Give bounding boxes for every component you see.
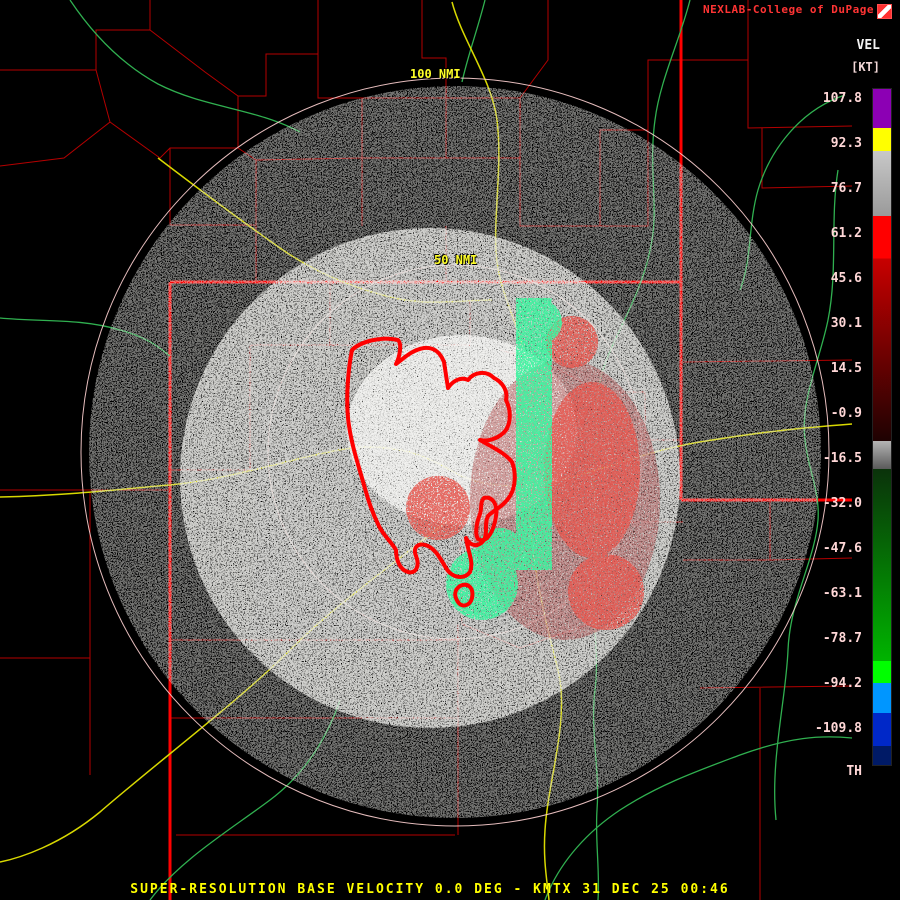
scale-value: 92.3 [830, 136, 862, 151]
product-caption: SUPER-RESOLUTION BASE VELOCITY 0.0 DEG -… [130, 882, 730, 897]
velocity-colorbar [872, 88, 892, 766]
radar-map-canvas [0, 0, 900, 900]
ring-label-50nmi: 50 NMI [434, 253, 478, 267]
scale-value: 45.6 [830, 271, 862, 286]
scale-value: -47.6 [822, 541, 862, 556]
scale-value: 107.8 [822, 91, 862, 106]
scale-value: 30.1 [830, 316, 862, 331]
scale-value: -16.5 [822, 451, 862, 466]
scale-value: -63.1 [822, 586, 862, 601]
scale-value: -109.8 [815, 721, 862, 736]
scale-value: -78.7 [822, 631, 862, 646]
ring-label-100nmi: 100 NMI [410, 67, 461, 81]
scale-value: 76.7 [830, 181, 862, 196]
cod-logo-icon [877, 4, 892, 19]
site-title: NEXLAB-College of DuPage [703, 3, 874, 16]
scale-threshold-label: TH [846, 764, 862, 779]
scale-value: 61.2 [830, 226, 862, 241]
scale-value: -32.0 [822, 496, 862, 511]
radar-display: NEXLAB-College of DuPage VEL [KT] 107.8 … [0, 0, 900, 900]
scale-unit-label: VEL [856, 38, 880, 53]
scale-value: -94.2 [822, 676, 862, 691]
scale-unit-bracket: [KT] [851, 60, 880, 74]
scale-value: 14.5 [830, 361, 862, 376]
scale-value: -0.9 [830, 406, 862, 421]
